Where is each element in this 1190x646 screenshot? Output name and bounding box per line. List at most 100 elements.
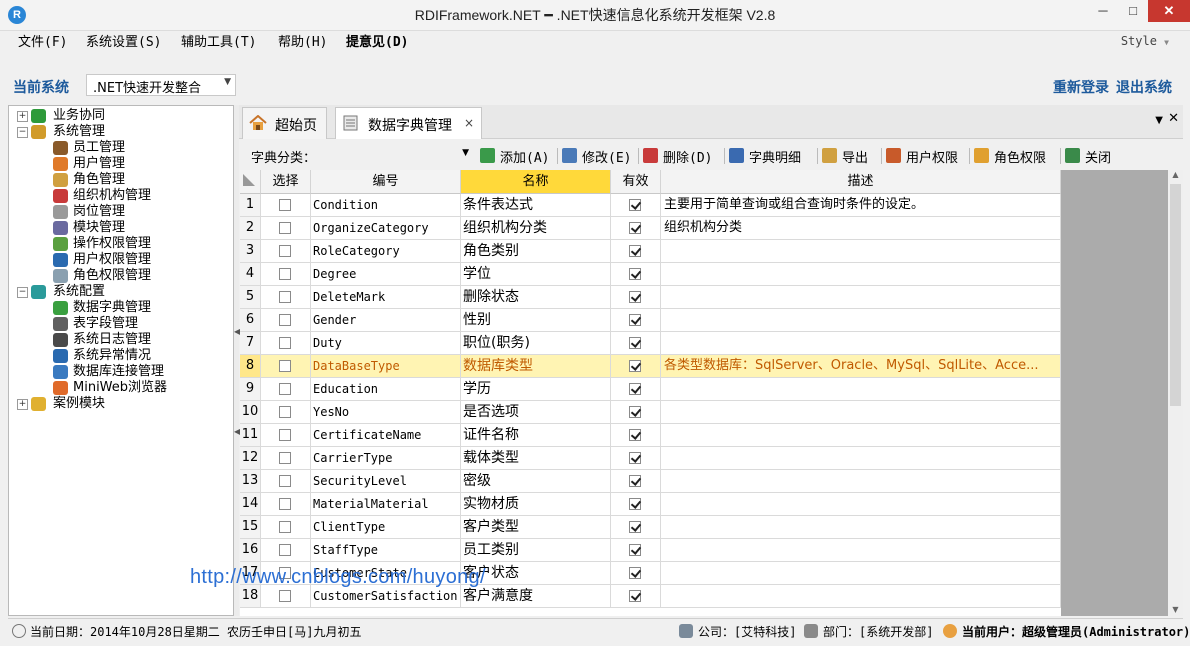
tree-item[interactable]: 模块管理 — [9, 220, 233, 236]
header-select[interactable]: 选择 — [261, 170, 311, 194]
tree-item[interactable]: 操作权限管理 — [9, 236, 233, 252]
valid-checkbox[interactable] — [629, 291, 641, 303]
table-row[interactable]: 4 Degree 学位 — [240, 263, 1061, 286]
select-checkbox[interactable] — [279, 383, 291, 395]
valid-checkbox[interactable] — [629, 567, 641, 579]
valid-checkbox[interactable] — [629, 199, 641, 211]
menu-feedback[interactable]: 提意见(D) — [346, 33, 408, 53]
header-row-number[interactable] — [240, 170, 261, 194]
header-name[interactable]: 名称 — [461, 170, 611, 194]
tree-item[interactable]: 系统异常情况 — [9, 348, 233, 364]
tree-group[interactable]: + 业务协同 — [9, 108, 233, 124]
valid-checkbox[interactable] — [629, 521, 641, 533]
table-row[interactable]: 8 DataBaseType 数据库类型 各类型数据库：SqlServer、Oracl… — [240, 355, 1061, 378]
exit-system-link[interactable]: 退出系统 — [1116, 77, 1172, 97]
tree-item[interactable]: 组织机构管理 — [9, 188, 233, 204]
table-row[interactable]: 2 OrganizeCategory 组织机构分类 组织机构分类 — [240, 217, 1061, 240]
table-row[interactable]: 9 Education 学历 — [240, 378, 1061, 401]
tab-close-icon[interactable]: × — [464, 116, 474, 130]
tree-item[interactable]: 角色管理 — [9, 172, 233, 188]
tree-item[interactable]: 数据字典管理 — [9, 300, 233, 316]
tree-item[interactable]: 数据库连接管理 — [9, 364, 233, 380]
system-select[interactable]: .NET快速开发整合 ▼ — [86, 74, 236, 96]
tree-item[interactable]: 用户权限管理 — [9, 252, 233, 268]
tree-item[interactable]: MiniWeb浏览器 — [9, 380, 233, 396]
select-checkbox[interactable] — [279, 268, 291, 280]
table-row[interactable]: 15 ClientType 客户类型 — [240, 516, 1061, 539]
valid-checkbox[interactable] — [629, 590, 641, 602]
navigation-tree[interactable]: + 业务协同 − 系统管理 员工管理 用户管理 角色管理 组织机构管理 岗位管理 模块管理 操作权限… — [8, 105, 234, 616]
style-dropdown[interactable]: Style ▼ — [1121, 34, 1169, 48]
table-row[interactable]: 10 YesNo 是否选项 — [240, 401, 1061, 424]
valid-checkbox[interactable] — [629, 314, 641, 326]
menu-tools[interactable]: 辅助工具(T) — [181, 33, 256, 53]
scroll-thumb[interactable] — [1170, 184, 1181, 406]
expand-icon[interactable]: + — [17, 111, 28, 122]
select-checkbox[interactable] — [279, 406, 291, 418]
category-combo[interactable]: ▼ — [335, 146, 473, 166]
menu-file[interactable]: 文件(F) — [18, 33, 67, 53]
valid-checkbox[interactable] — [629, 268, 641, 280]
header-description[interactable]: 描述 — [661, 170, 1061, 194]
select-checkbox[interactable] — [279, 291, 291, 303]
relogin-link[interactable]: 重新登录 — [1053, 77, 1109, 97]
expand-icon[interactable]: + — [17, 399, 28, 410]
table-row[interactable]: 11 CertificateName 证件名称 — [240, 424, 1061, 447]
minimize-button[interactable]: ─ — [1088, 0, 1118, 22]
valid-checkbox[interactable] — [629, 452, 641, 464]
select-checkbox[interactable] — [279, 314, 291, 326]
close-all-tabs-icon[interactable]: ✕ — [1168, 111, 1179, 126]
maximize-button[interactable]: □ — [1118, 0, 1148, 22]
tab-list-icon[interactable]: ▼ — [1155, 115, 1163, 126]
tree-item[interactable]: 员工管理 — [9, 140, 233, 156]
select-checkbox[interactable] — [279, 337, 291, 349]
tree-item[interactable]: 岗位管理 — [9, 204, 233, 220]
menu-system-settings[interactable]: 系统设置(S) — [86, 33, 161, 53]
tree-group[interactable]: − 系统管理 — [9, 124, 233, 140]
valid-checkbox[interactable] — [629, 544, 641, 556]
scroll-down-icon[interactable]: ▼ — [1168, 605, 1183, 614]
valid-checkbox[interactable] — [629, 360, 641, 372]
table-row[interactable]: 14 MaterialMaterial 实物材质 — [240, 493, 1061, 516]
table-row[interactable]: 13 SecurityLevel 密级 — [240, 470, 1061, 493]
tree-item[interactable]: 系统日志管理 — [9, 332, 233, 348]
valid-checkbox[interactable] — [629, 429, 641, 441]
valid-checkbox[interactable] — [629, 406, 641, 418]
select-checkbox[interactable] — [279, 429, 291, 441]
valid-checkbox[interactable] — [629, 383, 641, 395]
valid-checkbox[interactable] — [629, 245, 641, 257]
select-checkbox[interactable] — [279, 222, 291, 234]
select-checkbox[interactable] — [279, 544, 291, 556]
header-valid[interactable]: 有效 — [611, 170, 661, 194]
select-checkbox[interactable] — [279, 245, 291, 257]
tree-group[interactable]: − 系统配置 — [9, 284, 233, 300]
tree-item[interactable]: 角色权限管理 — [9, 268, 233, 284]
dictionary-grid[interactable]: 选择 编号 名称 有效 描述 1 Condition 条件表达式 主要用于简单查询或组合查询时条… — [240, 170, 1061, 616]
tab-home[interactable]: 超始页 — [242, 107, 327, 139]
table-row[interactable]: 1 Condition 条件表达式 主要用于简单查询或组合查询时条件的设定。 — [240, 194, 1061, 217]
table-row[interactable]: 6 Gender 性别 — [240, 309, 1061, 332]
table-row[interactable]: 16 StaffType 员工类别 — [240, 539, 1061, 562]
valid-checkbox[interactable] — [629, 337, 641, 349]
menu-help[interactable]: 帮助(H) — [278, 33, 327, 53]
vertical-scrollbar[interactable]: ▲ ▼ — [1168, 170, 1183, 616]
table-row[interactable]: 3 RoleCategory 角色类别 — [240, 240, 1061, 263]
tree-item[interactable]: 用户管理 — [9, 156, 233, 172]
select-checkbox[interactable] — [279, 360, 291, 372]
scroll-up-icon[interactable]: ▲ — [1168, 170, 1183, 179]
select-checkbox[interactable] — [279, 475, 291, 487]
select-checkbox[interactable] — [279, 521, 291, 533]
header-code[interactable]: 编号 — [311, 170, 461, 194]
valid-checkbox[interactable] — [629, 498, 641, 510]
tab-data-dictionary[interactable]: 数据字典管理 × — [335, 107, 482, 139]
valid-checkbox[interactable] — [629, 222, 641, 234]
tree-item[interactable]: 表字段管理 — [9, 316, 233, 332]
select-checkbox[interactable] — [279, 452, 291, 464]
table-row[interactable]: 5 DeleteMark 删除状态 — [240, 286, 1061, 309]
table-row[interactable]: 12 CarrierType 载体类型 — [240, 447, 1061, 470]
select-checkbox[interactable] — [279, 199, 291, 211]
collapse-icon[interactable]: − — [17, 287, 28, 298]
table-row[interactable]: 7 Duty 职位(职务) — [240, 332, 1061, 355]
collapse-icon[interactable]: − — [17, 127, 28, 138]
close-window-button[interactable]: ✕ — [1148, 0, 1190, 22]
